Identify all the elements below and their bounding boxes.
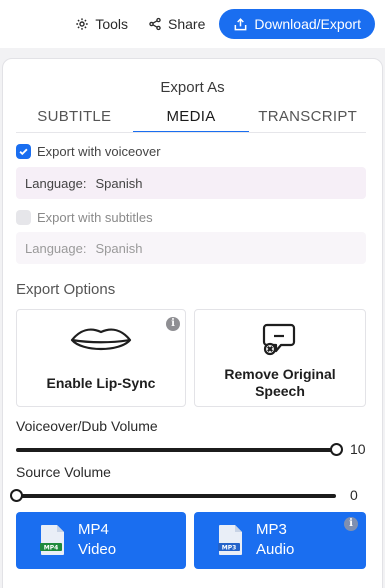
export-as-heading: Export As — [160, 79, 225, 96]
source-volume-value: 0 — [350, 487, 358, 503]
subtitles-checkbox[interactable] — [16, 210, 31, 225]
mp4-line1: MP4 — [78, 521, 109, 538]
tab-subtitle[interactable]: SUBTITLE — [16, 105, 133, 133]
voiceover-checkbox-label: Export with voiceover — [37, 144, 161, 159]
mp3-file-icon: MP3 — [218, 525, 242, 555]
tab-media[interactable]: MEDIA — [132, 105, 250, 133]
voiceover-language-label: Language: — [25, 175, 87, 191]
subtitles-language-value: Spanish — [95, 240, 143, 256]
subtitles-checkbox-label: Export with subtitles — [37, 210, 153, 225]
subtitles-language-label: Language: — [25, 240, 87, 256]
tab-divider — [16, 132, 366, 133]
top-toolbar: Tools Share Download/Export — [0, 0, 385, 48]
mp4-video-label: MP4 Video — [78, 520, 116, 560]
remove-original-speech-label: Remove Original Speech — [195, 366, 365, 400]
share-button[interactable]: Share — [138, 9, 215, 39]
share-icon — [149, 17, 161, 31]
source-volume-label: Source Volume — [16, 464, 111, 480]
export-mp3-audio-button[interactable]: MP3 MP3 Audio i — [194, 512, 366, 569]
voiceover-volume-slider[interactable] — [16, 443, 343, 456]
remove-speech-icon — [262, 323, 296, 356]
export-mp4-video-button[interactable]: MP4 MP4 Video — [16, 512, 186, 569]
mp4-badge-text: MP4 — [44, 545, 59, 552]
voiceover-language-value: Spanish — [95, 175, 143, 191]
enable-lip-sync-option[interactable]: i Enable Lip-Sync — [16, 309, 186, 407]
remove-original-speech-line2: Speech — [255, 383, 305, 399]
mp4-file-icon: MP4 — [40, 525, 64, 555]
gear-icon — [76, 18, 89, 30]
download-export-label: Download/Export — [254, 16, 361, 32]
tools-button[interactable]: Tools — [65, 9, 138, 39]
tab-transcript[interactable]: TRANSCRIPT — [249, 105, 366, 133]
voiceover-checkbox-row[interactable]: Export with voiceover — [16, 144, 161, 159]
mp3-line1: MP3 — [256, 521, 287, 538]
info-icon[interactable]: i — [166, 317, 180, 331]
lips-icon — [70, 328, 132, 350]
source-volume-handle[interactable] — [9, 489, 23, 502]
mp3-info-icon[interactable]: i — [344, 517, 358, 531]
remove-original-speech-option[interactable]: Remove Original Speech — [194, 309, 366, 407]
subtitles-checkbox-row[interactable]: Export with subtitles — [16, 210, 153, 225]
mp3-line2: Audio — [256, 541, 295, 558]
voiceover-language-select[interactable]: Language: Spanish — [16, 167, 366, 199]
voiceover-volume-handle[interactable] — [329, 443, 343, 456]
mp4-line2: Video — [78, 541, 117, 558]
upload-icon — [234, 17, 247, 30]
source-volume-slider[interactable] — [9, 489, 336, 502]
export-panel: Export As SUBTITLE MEDIA TRANSCRIPT Expo… — [2, 58, 383, 588]
checkmark-icon — [19, 148, 28, 156]
tools-label: Tools — [95, 16, 129, 32]
export-tabs: SUBTITLE MEDIA TRANSCRIPT — [16, 105, 366, 133]
mp3-badge-text: MP3 — [222, 545, 237, 552]
remove-original-speech-line1: Remove Original — [224, 366, 336, 382]
download-export-button[interactable]: Download/Export — [219, 9, 375, 39]
mp3-audio-label: MP3 Audio — [256, 520, 294, 560]
voiceover-checkbox[interactable] — [16, 144, 31, 159]
voiceover-volume-value: 10 — [350, 441, 366, 457]
export-options-title: Export Options — [16, 281, 116, 298]
share-label: Share — [168, 16, 206, 32]
subtitles-language-select[interactable]: Language: Spanish — [16, 232, 366, 264]
enable-lip-sync-label: Enable Lip-Sync — [46, 375, 156, 391]
voiceover-volume-label: Voiceover/Dub Volume — [16, 418, 158, 434]
